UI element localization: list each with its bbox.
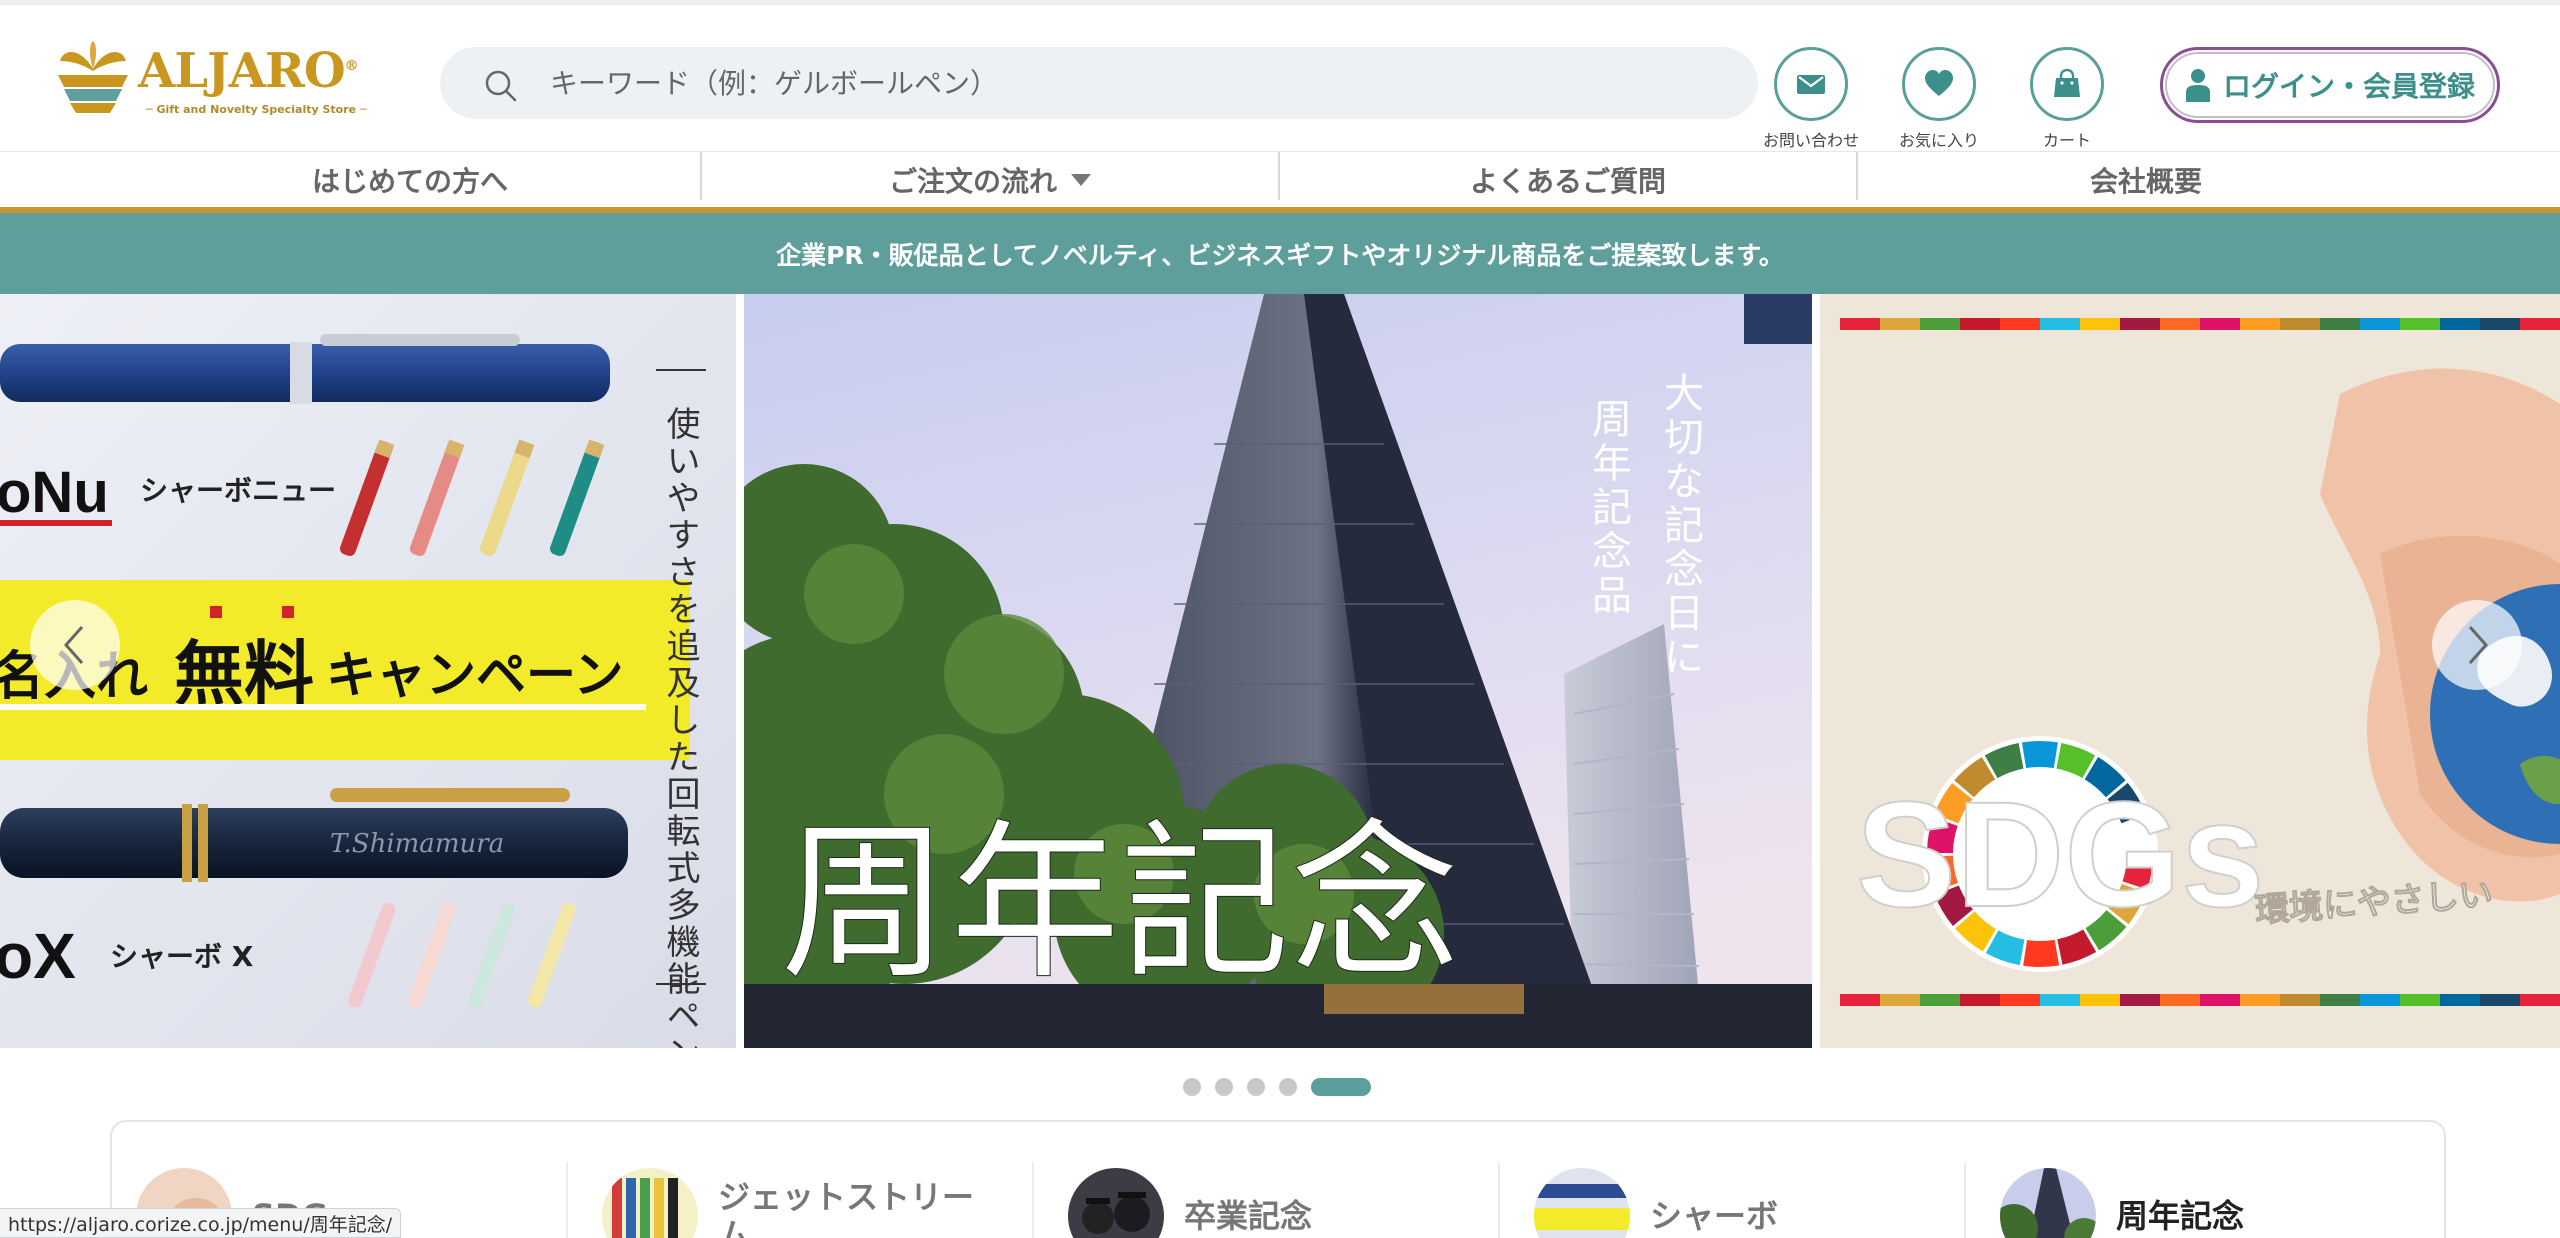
chevron-right-icon <box>2468 626 2489 664</box>
login-label: ログイン・会員登録 <box>2222 70 2475 103</box>
carousel-dot-2[interactable] <box>1215 1078 1233 1096</box>
carousel-dot-4[interactable] <box>1279 1078 1297 1096</box>
main-nav: はじめての方へ ご注文の流れ よくあるご質問 会社概要 <box>0 151 2560 209</box>
status-bar-url: https://aljaro.corize.co.jp/menu/周年記念/ <box>0 1208 402 1238</box>
heart-icon <box>1925 70 1953 96</box>
gift-box-logo-icon <box>58 41 128 113</box>
category-strip: SDGs ジェットストリーム 卒業記念 シャーボ <box>110 1120 2446 1238</box>
slide-sharbo-vertical-text: 使いやすさを追及した回転式多機能ペン <box>660 406 700 1048</box>
hero-carousel: oNu シャーボニュー 名入れ 無料 キャンペーン T.Shimamura oX… <box>0 294 2560 1048</box>
category-divider <box>1032 1162 1034 1238</box>
slide-anniversary-vertical-1: 大切な記念日に <box>1657 372 1703 680</box>
slide-engraving: T.Shimamura <box>330 829 504 859</box>
slide-anniversary[interactable]: 大切な記念日に 周年記念品 周年記念 <box>744 294 1812 1048</box>
search-bar <box>440 47 1758 119</box>
slide-anniversary-title: 周年記念 <box>780 805 1460 1003</box>
slide-anniversary-vertical-2: 周年記念品 <box>1585 398 1631 618</box>
carousel-next-button[interactable] <box>2432 600 2522 690</box>
category-sharbo-thumb <box>1534 1168 1630 1238</box>
chevron-left-icon <box>63 626 84 664</box>
carousel-dot-3[interactable] <box>1247 1078 1265 1096</box>
slide-campaign-free: 無料 <box>174 633 314 715</box>
site-logo[interactable]: ALJARO® ─ Gift and Novelty Specialty Sto… <box>52 35 382 125</box>
search-icon[interactable] <box>484 69 518 103</box>
nav-faq-label: よくあるご質問 <box>1469 165 1666 198</box>
carousel-prev-button[interactable] <box>30 600 120 690</box>
favorites-link[interactable]: お気に入り <box>1879 47 1999 151</box>
mail-icon <box>1797 75 1825 94</box>
person-icon <box>2185 69 2210 102</box>
category-jetstream-label-line1: ジェットストリー <box>718 1178 975 1216</box>
favorites-label: お気に入り <box>1898 131 1979 150</box>
promo-banner: 企業PR・販促品としてノベルティ、ビジネスギフトやオリジナル商品をご提案致します… <box>0 213 2560 294</box>
nav-company[interactable]: 会社概要 <box>1858 152 2434 208</box>
category-graduation[interactable]: 卒業記念 <box>1068 1166 1312 1238</box>
category-anniversary-thumb <box>2000 1168 2096 1238</box>
category-graduation-label: 卒業記念 <box>1184 1197 1313 1235</box>
cart-link[interactable]: カート <box>2007 47 2127 151</box>
category-divider <box>566 1162 568 1238</box>
nav-faq[interactable]: よくあるご質問 <box>1280 152 1856 208</box>
chevron-down-icon <box>1071 174 1091 186</box>
slide-x-logo: oX <box>0 920 76 992</box>
category-anniversary-label: 周年記念 <box>2116 1197 2245 1235</box>
category-divider <box>1964 1162 1966 1238</box>
category-sharbo-label: シャーボ <box>1650 1197 1779 1235</box>
logo-wordmark: ALJARO® <box>138 43 359 99</box>
nav-order-flow-label: ご注文の流れ <box>888 165 1057 198</box>
logo-tagline: ─ Gift and Novelty Specialty Store ─ <box>146 103 367 116</box>
slide-nu-label: シャーボニュー <box>140 474 336 507</box>
category-divider <box>1498 1162 1500 1238</box>
search-input[interactable] <box>550 57 1710 109</box>
cart-label: カート <box>2042 131 2091 150</box>
category-jetstream-label: ジェットストリーム <box>718 1178 974 1238</box>
category-graduation-thumb <box>1068 1168 1164 1238</box>
nav-first-time[interactable]: はじめての方へ <box>120 152 700 208</box>
site-header: ALJARO® ─ Gift and Novelty Specialty Sto… <box>0 5 2560 151</box>
slide-sdgs-title: SDGs <box>1856 770 2264 938</box>
nav-first-time-label: はじめての方へ <box>311 165 508 198</box>
slide-campaign-suffix: キャンペーン <box>326 646 624 704</box>
category-jetstream-label-line2: ム <box>718 1216 751 1238</box>
shopping-bag-icon <box>2054 69 2080 97</box>
category-sharbo[interactable]: シャーボ <box>1534 1166 1778 1238</box>
slide-x-label: シャーボ X <box>110 940 254 973</box>
slide-nu-logo: oNu <box>0 460 109 525</box>
favorites-circle <box>1902 47 1976 121</box>
contact-label: お問い合わせ <box>1762 131 1859 150</box>
carousel-dot-5-active[interactable] <box>1311 1078 1371 1096</box>
promo-banner-text: 企業PR・販促品としてノベルティ、ビジネスギフトやオリジナル商品をご提案致します… <box>776 240 1784 270</box>
category-jetstream-thumb <box>602 1168 698 1238</box>
login-register-button[interactable]: ログイン・会員登録 <box>2160 47 2500 123</box>
nav-order-flow[interactable]: ご注文の流れ <box>702 152 1278 208</box>
nav-company-label: 会社概要 <box>2089 165 2202 198</box>
cart-circle <box>2030 47 2104 121</box>
carousel-dot-1[interactable] <box>1183 1078 1201 1096</box>
category-anniversary[interactable]: 周年記念 <box>2000 1166 2244 1238</box>
carousel-pagination <box>0 1074 2560 1098</box>
category-jetstream[interactable]: ジェットストリーム <box>602 1166 974 1238</box>
slide-anniversary-image: 大切な記念日に 周年記念品 周年記念 <box>744 294 1812 1048</box>
contact-link[interactable]: お問い合わせ <box>1751 47 1871 151</box>
contact-circle <box>1774 47 1848 121</box>
